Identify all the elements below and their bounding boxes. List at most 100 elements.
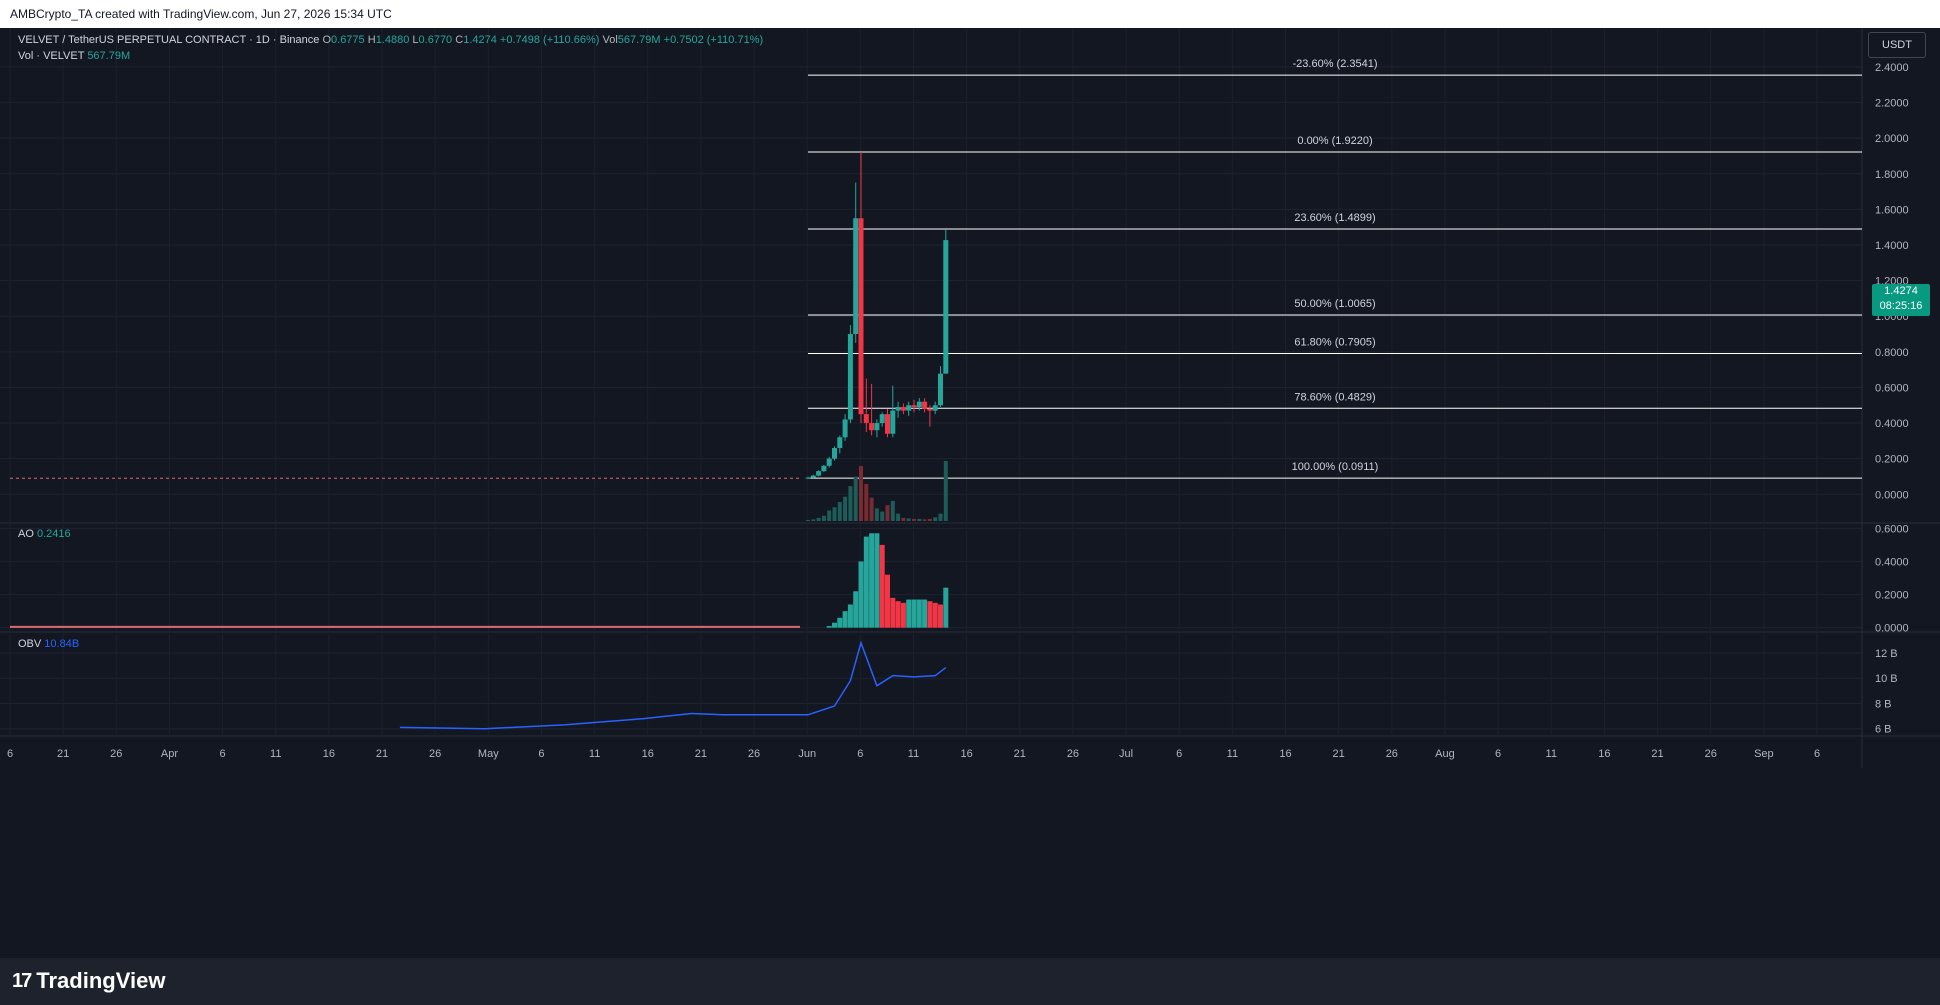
symbol-legend[interactable]: VELVET / TetherUS PERPETUAL CONTRACT · 1… [18, 34, 763, 46]
candle-body [847, 334, 853, 420]
chart-credit-bar: AMBCrypto_TA created with TradingView.co… [0, 0, 1940, 28]
time-axis-label: 11 [1546, 748, 1557, 760]
time-axis-label: 11 [270, 748, 281, 760]
volume-bar [901, 517, 906, 521]
volume-bar [938, 513, 943, 521]
volume-bar [933, 517, 938, 521]
obv-legend[interactable]: OBV 10.84B [18, 638, 79, 650]
time-axis-label: 21 [57, 748, 69, 760]
time-axis-label: 21 [695, 748, 707, 760]
time-axis-label: May [478, 748, 499, 760]
ao-bar [906, 599, 912, 628]
obv-axis-label: 6 B [1875, 724, 1892, 736]
candle-body [932, 405, 938, 411]
time-axis-label: 21 [1014, 748, 1026, 760]
volume-label: Vol [602, 34, 618, 46]
ao-bar [938, 604, 943, 628]
obv-label: OBV [18, 638, 42, 650]
ao-bar [858, 561, 864, 628]
candle-body [916, 401, 922, 408]
ao-bar [916, 599, 922, 628]
brand-name: TradingView [36, 968, 166, 993]
price-axis-label: 0.2000 [1875, 454, 1909, 466]
tradingview-logo-icon: 17 [12, 969, 32, 992]
volume-bar [843, 496, 848, 521]
fib-level-label: 61.80% (0.7905) [1294, 337, 1375, 349]
time-axis-label: 6 [538, 748, 544, 760]
candle-body [837, 437, 843, 448]
volume-bar [859, 466, 863, 521]
candle-body [879, 414, 885, 424]
volume-bar [848, 486, 853, 521]
ao-axis-label: 0.6000 [1875, 523, 1909, 535]
ao-bar [826, 626, 832, 628]
volume-bar [827, 510, 832, 521]
ao-bar [900, 602, 906, 628]
time-axis-label: 26 [429, 748, 441, 760]
candle-body [853, 218, 859, 335]
candle-body [858, 218, 864, 415]
time-axis-label: Apr [161, 748, 178, 760]
volume-bar [927, 518, 932, 521]
tradingview-logo[interactable]: 17 TradingView [12, 968, 165, 994]
ao-bar [927, 601, 933, 628]
chart-canvas[interactable]: 2.40002.20002.00001.80001.60001.40001.20… [0, 28, 1940, 958]
ao-bar [837, 617, 843, 628]
last-price-tag: 1.4274 08:25:16 [1872, 284, 1930, 316]
time-axis-label: 6 [1814, 748, 1820, 760]
ao-bar [943, 587, 949, 628]
volume-bar [917, 518, 922, 521]
fib-level-label: -23.60% (2.3541) [1293, 58, 1378, 70]
time-axis-label: 26 [1386, 748, 1398, 760]
time-axis-label: 6 [220, 748, 226, 760]
price-axis-label: 1.4000 [1875, 240, 1909, 252]
price-axis-label: 1.8000 [1875, 169, 1909, 181]
volume-legend[interactable]: Vol · VELVET 567.79M [18, 50, 130, 62]
price-axis-label: 1.6000 [1875, 204, 1909, 216]
time-axis-label: 21 [1333, 748, 1345, 760]
time-axis-label: 16 [1598, 748, 1610, 760]
time-axis-label: 26 [748, 748, 760, 760]
chart-area[interactable]: 2.4000 2.2000 2.0000 1.8000 1.6000 1.4000 1.20… [0, 28, 1940, 958]
bar-countdown: 08:25:16 [1879, 300, 1923, 312]
volume-bar [912, 518, 916, 521]
volume-row-value: 567.79M [87, 50, 131, 62]
obv-line [399, 640, 947, 730]
fib-level-label: 100.00% (0.0911) [1292, 461, 1379, 473]
candle-body [911, 405, 917, 408]
time-axis-label: 16 [323, 748, 335, 760]
price-axis-label: 2.2000 [1875, 98, 1909, 110]
volume-bar [806, 519, 810, 521]
volume-bar [811, 519, 816, 521]
volume-bar [832, 507, 837, 521]
ao-bar [847, 604, 853, 628]
time-axis-label: 6 [857, 748, 863, 760]
ao-bar [885, 574, 890, 628]
ao-legend[interactable]: AO 0.2416 [18, 528, 71, 540]
candle-body [900, 407, 906, 411]
obv-value: 10.84B [44, 638, 80, 650]
time-axis-label: 6 [7, 748, 13, 760]
candle-body [821, 465, 827, 472]
fib-level-label: 23.60% (1.4899) [1294, 212, 1375, 224]
ao-axis-label: 0.0000 [1875, 623, 1909, 635]
volume-bar [837, 501, 842, 521]
volume-bar [943, 461, 948, 521]
time-axis-label: 11 [1227, 748, 1238, 760]
volume-bar [821, 515, 826, 521]
volume-bar [885, 505, 890, 521]
ao-bar [922, 599, 928, 628]
candle-body [927, 408, 933, 411]
volume-value: 567.79M [617, 34, 661, 46]
ao-bar [895, 601, 901, 628]
candle-body [805, 477, 811, 479]
ao-bar [874, 533, 880, 628]
fib-level-label: 78.60% (0.4829) [1294, 391, 1375, 403]
ao-bar [932, 602, 938, 628]
currency-button[interactable]: USDT [1868, 32, 1926, 58]
candle-body [895, 407, 901, 411]
candle-body [869, 423, 875, 431]
candle-body [890, 410, 896, 434]
candle-body [826, 458, 832, 466]
time-axis-label: 16 [961, 748, 973, 760]
